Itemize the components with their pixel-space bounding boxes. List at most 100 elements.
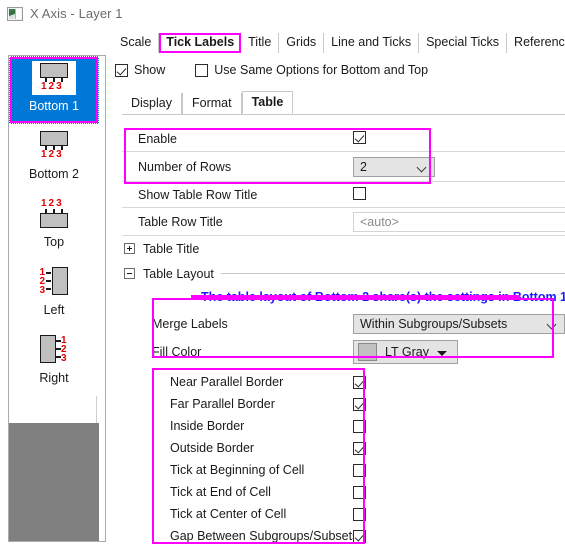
tick-at-beginning-of-cell-label: Tick at Beginning of Cell [170, 463, 305, 477]
row-show-table-row-title: Show Table Row Title [122, 182, 565, 208]
number-of-rows-select[interactable]: 2 [353, 157, 435, 177]
row-number-of-rows: Number of Rows 2 [122, 152, 565, 182]
near-parallel-border-checkbox[interactable] [353, 375, 366, 389]
tab-tick-labels[interactable]: Tick Labels [159, 33, 242, 53]
tab-grids[interactable]: Grids [279, 33, 325, 53]
sidebar-item-label: Bottom 2 [28, 167, 80, 181]
tab-reference-lines[interactable]: Reference Lines [507, 33, 565, 53]
gap-between-subgroups-label: Gap Between Subgroups/Subsets [170, 529, 359, 543]
row-tick-at-center-of-cell: Tick at Center of Cell [122, 503, 565, 525]
color-swatch-icon [358, 342, 377, 361]
row-tick-at-end-of-cell: Tick at End of Cell [122, 481, 565, 503]
show-table-row-title-label: Show Table Row Title [138, 188, 258, 202]
table-layout-group-label: Table Layout [143, 266, 214, 281]
table-row-title-label: Table Row Title [138, 215, 223, 229]
outside-border-checkbox[interactable] [353, 441, 366, 455]
window-title: X Axis - Layer 1 [30, 6, 123, 21]
fill-color-picker[interactable]: LT Gray [353, 339, 458, 364]
chevron-down-icon [418, 164, 426, 172]
axis-bottom-icon: 123 [32, 61, 76, 95]
enable-checkbox[interactable] [353, 131, 366, 144]
table-row-title-input[interactable]: <auto> [353, 212, 565, 232]
sidebar-item-right[interactable]: 123 Right [9, 328, 99, 396]
axis-selector-empty-area [9, 423, 99, 541]
show-label: Show [134, 63, 166, 77]
axis-left-icon: 123 [32, 265, 76, 299]
axis-bottom-icon: 123 [32, 129, 76, 163]
row-merge-labels: Merge Labels Within Subgroups/Subsets [122, 310, 565, 337]
fill-color-label: Fill Color [152, 344, 202, 359]
group-table-layout[interactable]: Table Layout [122, 261, 565, 286]
title-bar: X Axis - Layer 1 [0, 0, 565, 27]
tab-scale[interactable]: Scale [113, 33, 160, 53]
outside-border-label: Outside Border [170, 441, 255, 455]
sidebar-item-left[interactable]: 123 Left [9, 260, 99, 328]
axis-right-icon: 123 [32, 333, 76, 367]
group-rule [220, 273, 565, 274]
axis-settings-pane: Scale Tick Labels Title Grids Line and T… [113, 31, 565, 543]
axis-dialog: X Axis - Layer 1 123 Bottom 1 123 Bottom… [0, 0, 565, 544]
row-enable: Enable [122, 126, 565, 152]
table-row-title-input-wrap: <auto> [353, 212, 565, 232]
expand-plus-icon[interactable] [124, 243, 135, 254]
collapse-minus-icon[interactable] [124, 268, 135, 279]
near-parallel-border-label: Near Parallel Border [170, 375, 284, 389]
row-fill-color: Fill Color LT Gray [122, 337, 565, 366]
tick-at-beginning-of-cell-checkbox[interactable] [353, 463, 366, 477]
sidebar-item-label: Right [39, 371, 69, 385]
axis-selector-panel[interactable]: 123 Bottom 1 123 Bottom 2 123 Top 1 2 3 … [8, 55, 106, 542]
tab-display[interactable]: Display [122, 93, 182, 114]
show-table-row-title-checkbox-wrap [353, 187, 366, 203]
row-inside-border: Inside Border [122, 415, 565, 437]
show-table-row-title-checkbox[interactable] [353, 187, 366, 200]
sidebar-item-bottom-2[interactable]: 123 Bottom 2 [9, 124, 99, 192]
table-title-group-label: Table Title [143, 241, 200, 256]
table-options-list: Enable Number of Rows 2 Show Table Row T… [122, 115, 565, 547]
axis-top-icon: 123 [32, 197, 76, 231]
number-of-rows-label: Number of Rows [138, 160, 232, 174]
row-table-row-title: Table Row Title <auto> [122, 208, 565, 236]
enable-label: Enable [138, 132, 177, 146]
show-checkbox[interactable] [115, 63, 128, 77]
graph-window-icon [7, 6, 23, 21]
sidebar-item-top[interactable]: 123 Top [9, 192, 99, 260]
far-parallel-border-checkbox[interactable] [353, 397, 366, 411]
inner-tabstrip: Display Format Table [122, 91, 294, 114]
tab-special-ticks[interactable]: Special Ticks [419, 33, 508, 53]
inside-border-label: Inside Border [170, 419, 245, 433]
tab-format[interactable]: Format [182, 93, 242, 114]
tick-at-end-of-cell-checkbox[interactable] [353, 485, 366, 499]
inside-border-checkbox[interactable] [353, 419, 366, 433]
row-near-parallel-border: Near Parallel Border [122, 371, 565, 393]
row-tick-at-beginning-of-cell: Tick at Beginning of Cell [122, 459, 565, 481]
fill-color-picker-wrap: LT Gray [353, 339, 458, 364]
layout-note-row: The table layout of Bottom 2 share(s) th… [122, 286, 565, 310]
row-far-parallel-border: Far Parallel Border [122, 393, 565, 415]
layout-share-note: The table layout of Bottom 2 share(s) th… [201, 290, 565, 304]
tick-at-center-of-cell-label: Tick at Center of Cell [170, 507, 287, 521]
tab-table[interactable]: Table [241, 91, 294, 114]
show-options-row: Show Use Same Options for Bottom and Top [115, 63, 428, 77]
merge-labels-select[interactable]: Within Subgroups/Subsets [353, 313, 565, 334]
merge-labels-value: Within Subgroups/Subsets [360, 316, 508, 331]
row-outside-border: Outside Border [122, 437, 565, 459]
sidebar-item-bottom-1[interactable]: 123 Bottom 1 [9, 56, 99, 124]
fill-color-value: LT Gray [385, 344, 429, 359]
chevron-down-icon [548, 321, 556, 329]
tick-at-center-of-cell-checkbox[interactable] [353, 507, 366, 521]
group-table-title[interactable]: Table Title [122, 236, 565, 261]
enable-checkbox-wrap [353, 131, 366, 147]
gap-between-subgroups-checkbox[interactable] [353, 529, 366, 543]
merge-labels-combo-wrap: Within Subgroups/Subsets [353, 313, 565, 334]
axis-selector-list: 123 Bottom 1 123 Bottom 2 123 Top 1 2 3 … [9, 56, 99, 396]
tick-at-end-of-cell-label: Tick at End of Cell [170, 485, 271, 499]
sidebar-item-label: Left [43, 303, 65, 317]
use-same-options-checkbox[interactable] [195, 63, 209, 77]
sidebar-item-label: Bottom 1 [28, 99, 80, 113]
tab-line-and-ticks[interactable]: Line and Ticks [324, 33, 420, 53]
use-same-options-label: Use Same Options for Bottom and Top [214, 63, 429, 77]
tab-title[interactable]: Title [241, 33, 280, 53]
number-of-rows-value: 2 [360, 160, 367, 174]
sidebar-item-label: Top [43, 235, 65, 249]
merge-labels-label: Merge Labels [152, 316, 228, 331]
